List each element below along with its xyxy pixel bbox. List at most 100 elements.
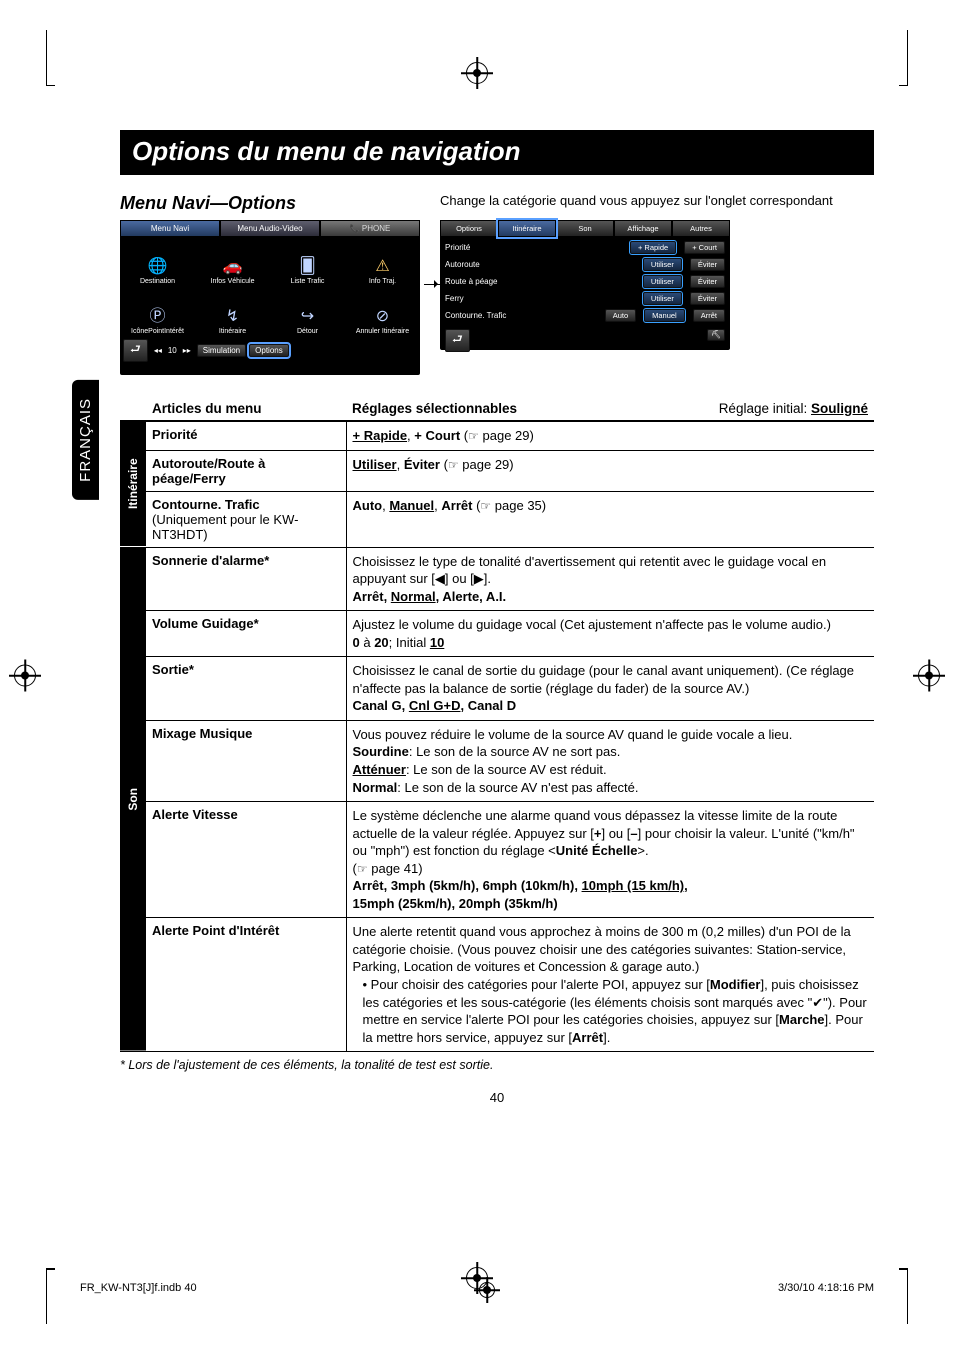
tab-others: Autres <box>672 220 730 237</box>
page-title: Options du menu de navigation <box>120 130 874 175</box>
info-sign-icon: ⚠ <box>375 259 389 276</box>
opt-attenuate: Atténuer <box>353 762 406 777</box>
row-values: Arrêt, Normal, Alerte, A.I. <box>353 589 507 604</box>
modify-key: Modifier <box>710 977 761 992</box>
pointer-icon: ☞ <box>357 862 368 876</box>
page-number: 40 <box>120 1090 874 1105</box>
section-heading: Menu Navi—Options <box>120 193 420 214</box>
icon-vehicle-info: 🚗Infos Véhicule <box>195 237 270 287</box>
pointer-icon: ☞ <box>448 458 459 472</box>
table-row: Volume Guidage* Ajustez le volume du gui… <box>120 611 874 657</box>
table-row: Alerte Point d'Intérêt Une alerte retent… <box>120 918 874 1052</box>
tab-menu-av: Menu Audio-Video <box>220 220 320 237</box>
options-button: Options <box>249 344 289 357</box>
row-toll: Route à péage Utiliser Éviter <box>440 273 730 290</box>
icon-detour: ↪ Détour <box>270 287 345 337</box>
icon-label: IcônePointIntérêt <box>131 328 184 335</box>
val-use: Utiliser <box>353 457 397 472</box>
pager-value: 10 <box>168 346 177 355</box>
tab-phone-label: PHONE <box>362 224 390 233</box>
crop-mark <box>46 30 86 86</box>
section-note: Change la catégorie quand vous appuyez s… <box>440 193 874 208</box>
val-manual: Manuel <box>389 498 434 513</box>
row-values: Canal G, Cnl G+D, Canal D <box>353 698 517 713</box>
back-button: ⮐ <box>123 339 148 362</box>
initial-sep: ; Initial <box>389 635 430 650</box>
value-fast: + Rapide <box>630 241 676 254</box>
poi-bullet: Pour choisir des catégories pour l'alert… <box>363 976 869 1046</box>
page-ref: page 29 <box>462 457 509 472</box>
crop-mark <box>868 30 908 86</box>
row-label-motorway: Autoroute/Route à péage/Ferry <box>146 450 346 491</box>
registration-mark-right <box>918 665 940 687</box>
back-button: ⮐ <box>445 329 470 352</box>
row-desc-part: ] ou [ <box>601 826 630 841</box>
row-label-priority: Priorité <box>146 421 346 450</box>
tab-phone: 📞 PHONE <box>320 220 420 237</box>
crop-mark <box>868 1268 908 1324</box>
on-key: Marche <box>779 1012 825 1027</box>
val-auto: Auto <box>353 498 383 513</box>
footer-filename: FR_KW-NT3[J]f.indb 40 <box>80 1282 197 1298</box>
icon-label: Infos Véhicule <box>211 278 255 285</box>
row-label: Ferry <box>445 294 545 303</box>
pointer-icon: ☞ <box>468 429 479 443</box>
footer-timestamp: 3/30/10 4:18:16 PM <box>778 1282 874 1298</box>
row-ferry: Ferry Utiliser Éviter <box>440 290 730 307</box>
off-key: Arrêt <box>572 1030 603 1045</box>
tab-options: Options <box>440 220 498 237</box>
value-avoid: Éviter <box>690 275 725 288</box>
val-short: + Court <box>414 428 460 443</box>
registration-mark-top <box>466 62 488 84</box>
tab-menu-navi: Menu Navi <box>120 220 220 237</box>
icon-label: Détour <box>297 328 318 335</box>
tab-route: Itinéraire <box>498 220 556 237</box>
category-route: Itinéraire <box>120 421 146 547</box>
cards-icon: 🂠 <box>299 259 315 276</box>
tab-sound: Son <box>556 220 614 237</box>
icon-poi: ⓅIcônePointIntérêt <box>120 287 195 337</box>
page-ref: page 35 <box>495 498 542 513</box>
icon-label: Itinéraire <box>219 328 246 335</box>
table-row: Sortie* Choisissez le canal de sortie du… <box>120 657 874 721</box>
icon-cancel-route: ⊘Annuler Itinéraire <box>345 287 420 337</box>
tab-display: Affichage <box>614 220 672 237</box>
page-ref: page 41 <box>371 861 418 876</box>
table-row: Alerte Vitesse Le système déclenche une … <box>120 802 874 918</box>
row-desc: Choisissez le type de tonalité d'avertis… <box>353 554 827 587</box>
row-desc: Ajustez le volume du guidage vocal (Cet … <box>353 617 831 632</box>
table-row: Mixage Musique Vous pouvez réduire le vo… <box>120 720 874 801</box>
connector-arrow <box>424 264 436 312</box>
asterisk-note: * Lors de l'ajustement de ces éléments, … <box>120 1058 874 1072</box>
row-label-speed: Alerte Vitesse <box>146 802 346 918</box>
table-row: Itinéraire Priorité + Rapide, + Court (☞… <box>120 421 874 450</box>
icon-route: ↯Itinéraire <box>195 287 270 337</box>
icon-traffic-info: ⚠Info Traj. <box>345 237 420 287</box>
val-max: 20 <box>374 635 388 650</box>
value-avoid: Éviter <box>690 292 725 305</box>
row-label: Autoroute <box>445 260 545 269</box>
options-table: Articles du menu Réglages sélectionnable… <box>120 397 874 1052</box>
row-label-sub: (Uniquement pour le KW-NT3HDT) <box>152 512 298 542</box>
row-motorway: Autoroute Utiliser Éviter <box>440 256 730 273</box>
row-desc-part: >. <box>637 843 648 858</box>
row-label: Priorité <box>445 243 545 252</box>
value-short: + Court <box>684 241 725 254</box>
range-sep: à <box>360 635 374 650</box>
row-label-reroute: Contourne. Trafic (Uniquement pour le KW… <box>146 491 346 547</box>
opt-attenuate-desc: : Le son de la source AV est réduit. <box>406 762 607 777</box>
speed-values: Arrêt, 3mph (5km/h), 6mph (10km/h), 10mp… <box>353 878 688 911</box>
page-ref: page 29 <box>483 428 530 443</box>
value-auto: Auto <box>605 309 636 322</box>
val-min: 0 <box>353 635 360 650</box>
detour-icon: ↪ <box>301 309 314 326</box>
icon-traffic-list: 🂠Liste Trafic <box>270 237 345 287</box>
table-row: Son Sonnerie d'alarme* Choisissez le typ… <box>120 547 874 611</box>
opt-mute-desc: : Le son de la source AV ne sort pas. <box>409 744 621 759</box>
row-label: Route à péage <box>445 277 545 286</box>
value-use: Utiliser <box>643 275 682 288</box>
opt-normal-desc: : Le son de la source AV n'est pas affec… <box>397 780 638 795</box>
row-label: Contourne. Trafic <box>445 311 545 320</box>
value-use: Utiliser <box>643 258 682 271</box>
col-settings: Réglages sélectionnables Réglage initial… <box>346 397 874 421</box>
